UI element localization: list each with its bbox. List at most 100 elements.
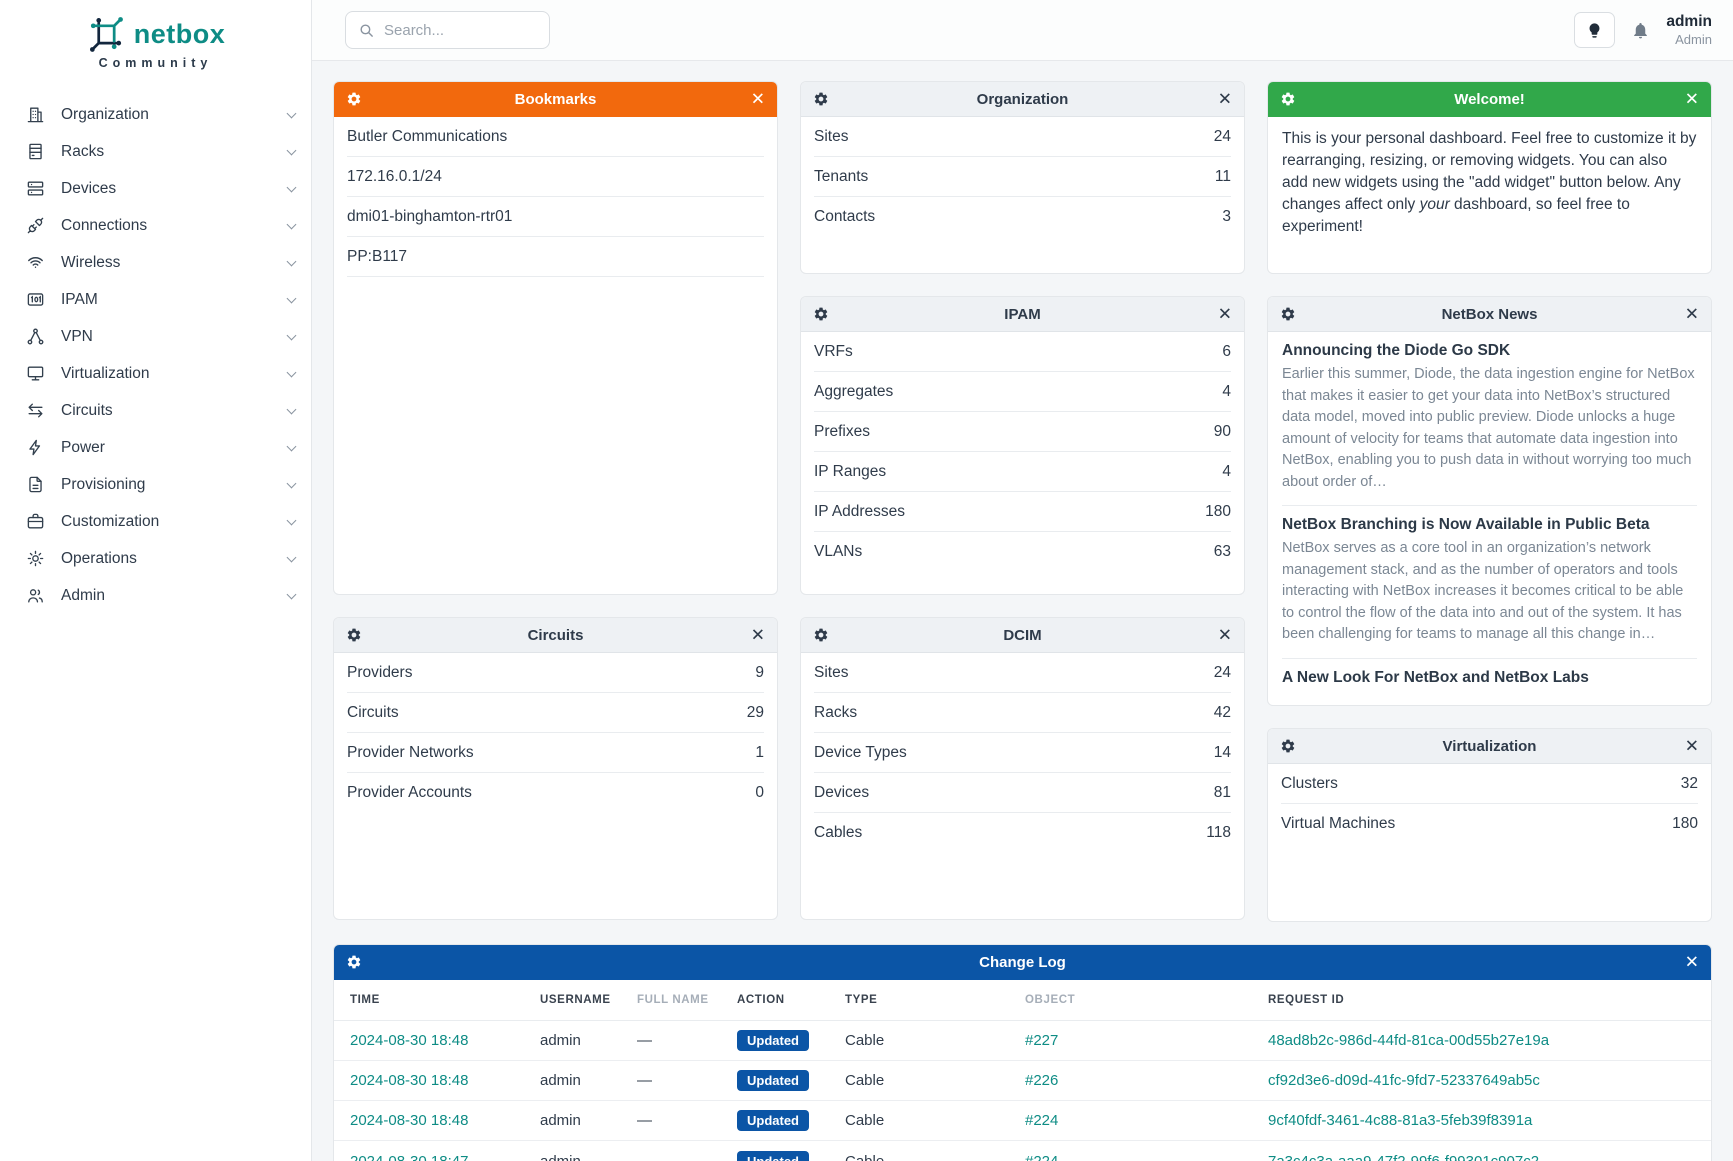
- sidebar-item-wireless[interactable]: Wireless: [0, 244, 311, 281]
- change-request-id-link[interactable]: 48ad8b2c-986d-44fd-81ca-00d55b27e19a: [1268, 1032, 1695, 1049]
- brand[interactable]: netbox Community: [0, 14, 311, 70]
- stat-value[interactable]: 3: [1222, 208, 1231, 226]
- news-item-title[interactable]: A New Look For NetBox and NetBox Labs: [1282, 669, 1697, 687]
- column-header-username[interactable]: USERNAME: [540, 994, 637, 1006]
- stat-value[interactable]: 6: [1222, 343, 1231, 361]
- bookmarks-widget: Bookmarks ✕ Butler Communications 172.16…: [333, 81, 778, 595]
- sidebar-item-customization[interactable]: Customization: [0, 503, 311, 540]
- gear-icon[interactable]: [346, 954, 362, 970]
- bookmark-link[interactable]: 172.16.0.1/24: [347, 168, 442, 186]
- stat-row: Prefixes90: [814, 412, 1231, 452]
- change-request-id-link[interactable]: cf92d3e6-d09d-41fc-9fd7-52337649ab5c: [1268, 1072, 1695, 1089]
- close-icon[interactable]: ✕: [1685, 306, 1699, 323]
- column-header-action[interactable]: ACTION: [737, 994, 845, 1006]
- bookmark-link[interactable]: dmi01-binghamton-rtr01: [347, 208, 512, 226]
- stat-value[interactable]: 1: [755, 744, 764, 762]
- user-menu[interactable]: admin Admin: [1666, 13, 1712, 47]
- sidebar-item-virtualization[interactable]: Virtualization: [0, 355, 311, 392]
- close-icon[interactable]: ✕: [1218, 91, 1232, 108]
- change-request-id-link[interactable]: 7a3c4c3a-aaa9-47f2-99f6-f99301c907c2: [1268, 1153, 1695, 1161]
- stat-value[interactable]: 29: [747, 704, 764, 722]
- column-header-object[interactable]: OBJECT: [1025, 994, 1268, 1006]
- sidebar-item-devices[interactable]: Devices: [0, 170, 311, 207]
- bookmark-link[interactable]: Butler Communications: [347, 128, 507, 146]
- close-icon[interactable]: ✕: [751, 91, 765, 108]
- change-object-link[interactable]: #227: [1025, 1032, 1268, 1049]
- stat-value[interactable]: 0: [755, 784, 764, 802]
- column-header-type[interactable]: TYPE: [845, 994, 1025, 1006]
- stat-value[interactable]: 180: [1205, 503, 1231, 521]
- stat-value[interactable]: 9: [755, 664, 764, 682]
- change-object-link[interactable]: #224: [1025, 1153, 1268, 1161]
- bookmark-item[interactable]: dmi01-binghamton-rtr01: [347, 197, 764, 237]
- search-box[interactable]: [345, 11, 550, 49]
- gear-icon[interactable]: [346, 91, 362, 107]
- stat-value[interactable]: 4: [1222, 383, 1231, 401]
- bookmark-item[interactable]: Butler Communications: [347, 117, 764, 157]
- stat-value[interactable]: 11: [1215, 168, 1231, 186]
- change-time-link[interactable]: 2024-08-30 18:48: [350, 1032, 540, 1049]
- bookmark-item[interactable]: 172.16.0.1/24: [347, 157, 764, 197]
- news-item-title[interactable]: NetBox Branching is Now Available in Pub…: [1282, 516, 1697, 534]
- stat-value[interactable]: 63: [1214, 543, 1231, 561]
- sidebar-item-circuits[interactable]: Circuits: [0, 392, 311, 429]
- sidebar-item-connections[interactable]: Connections: [0, 207, 311, 244]
- chevron-down-icon: [287, 219, 297, 229]
- stat-row: Providers9: [347, 653, 764, 693]
- stat-value[interactable]: 81: [1214, 784, 1231, 802]
- close-icon[interactable]: ✕: [751, 627, 765, 644]
- column-header-time[interactable]: TIME: [350, 994, 540, 1006]
- stat-value[interactable]: 118: [1206, 824, 1231, 842]
- chevron-down-icon: [287, 589, 297, 599]
- theme-toggle-button[interactable]: [1574, 12, 1615, 48]
- stat-row: Sites24: [814, 653, 1231, 693]
- news-item-title[interactable]: Announcing the Diode Go SDK: [1282, 342, 1697, 360]
- sidebar-item-admin[interactable]: Admin: [0, 577, 311, 614]
- gear-icon[interactable]: [813, 306, 829, 322]
- sidebar-item-organization[interactable]: Organization: [0, 96, 311, 133]
- gear-icon[interactable]: [1280, 738, 1296, 754]
- stat-label: VLANs: [814, 543, 862, 561]
- close-icon[interactable]: ✕: [1685, 954, 1699, 971]
- bookmark-link[interactable]: PP:B117: [347, 248, 407, 266]
- close-icon[interactable]: ✕: [1685, 738, 1699, 755]
- close-icon[interactable]: ✕: [1218, 306, 1232, 323]
- stat-value[interactable]: 24: [1214, 128, 1231, 146]
- sidebar-item-provisioning[interactable]: Provisioning: [0, 466, 311, 503]
- change-object-link[interactable]: #226: [1025, 1072, 1268, 1089]
- sidebar-item-racks[interactable]: Racks: [0, 133, 311, 170]
- column-header-full-name[interactable]: FULL NAME: [637, 994, 737, 1006]
- stat-value[interactable]: 42: [1214, 704, 1231, 722]
- stat-value[interactable]: 180: [1672, 815, 1698, 833]
- change-time-link[interactable]: 2024-08-30 18:48: [350, 1072, 540, 1089]
- sidebar-item-vpn[interactable]: VPN: [0, 318, 311, 355]
- gear-icon[interactable]: [1280, 306, 1296, 322]
- stat-row: IP Addresses180: [814, 492, 1231, 532]
- stat-value[interactable]: 24: [1214, 664, 1231, 682]
- close-icon[interactable]: ✕: [1685, 91, 1699, 108]
- stat-value[interactable]: 14: [1214, 744, 1231, 762]
- change-time-link[interactable]: 2024-08-30 18:47: [350, 1153, 540, 1161]
- stat-label: Clusters: [1281, 775, 1338, 793]
- change-object-link[interactable]: #224: [1025, 1112, 1268, 1129]
- lightbulb-icon: [1586, 22, 1603, 39]
- gear-icon[interactable]: [346, 627, 362, 643]
- stat-value[interactable]: 90: [1214, 423, 1231, 441]
- search-input[interactable]: [384, 22, 537, 39]
- sidebar-item-power[interactable]: Power: [0, 429, 311, 466]
- bookmark-item[interactable]: PP:B117: [347, 237, 764, 277]
- stat-value[interactable]: 4: [1222, 463, 1231, 481]
- notifications-button[interactable]: [1631, 21, 1650, 40]
- sidebar-item-label: Racks: [61, 143, 104, 161]
- column-header-request-id[interactable]: REQUEST ID: [1268, 994, 1695, 1006]
- sidebar-item-operations[interactable]: Operations: [0, 540, 311, 577]
- change-request-id-link[interactable]: 9cf40fdf-3461-4c88-81a3-5feb39f8391a: [1268, 1112, 1695, 1129]
- gear-icon[interactable]: [813, 91, 829, 107]
- welcome-widget: Welcome! ✕ This is your personal dashboa…: [1267, 81, 1712, 274]
- sidebar-item-ipam[interactable]: IPAM: [0, 281, 311, 318]
- close-icon[interactable]: ✕: [1218, 627, 1232, 644]
- stat-value[interactable]: 32: [1681, 775, 1698, 793]
- gear-icon[interactable]: [1280, 91, 1296, 107]
- gear-icon[interactable]: [813, 627, 829, 643]
- change-time-link[interactable]: 2024-08-30 18:48: [350, 1112, 540, 1129]
